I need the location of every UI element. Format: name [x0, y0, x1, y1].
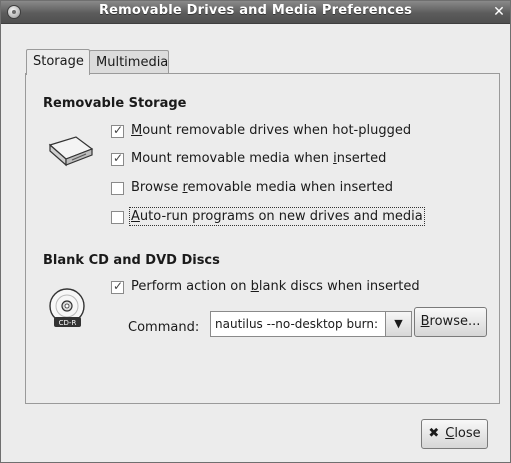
perform-action-checkbox[interactable]	[111, 279, 124, 294]
chevron-down-icon[interactable]: ▼	[385, 312, 411, 336]
autorun-checkbox[interactable]	[111, 211, 124, 224]
removable-drive-icon	[48, 136, 94, 167]
tab-multimedia[interactable]: Multimedia	[89, 50, 169, 74]
removable-storage-heading: Removable Storage	[43, 96, 187, 111]
preferences-window: Removable Drives and Media Preferences ✕…	[0, 0, 511, 463]
browse-button[interactable]: Browse...	[414, 307, 487, 337]
window-title: Removable Drives and Media Preferences	[98, 3, 413, 18]
cd-r-icon: CD-R	[49, 288, 85, 327]
command-label: Command:	[128, 320, 200, 335]
tab-storage[interactable]: Storage	[26, 49, 90, 75]
command-combo[interactable]: nautilus --no-desktop burn: ▼	[210, 311, 412, 337]
cd-r-label: CD-R	[59, 319, 77, 327]
title-bar[interactable]: Removable Drives and Media Preferences ✕	[1, 1, 510, 24]
mount-media-checkbox[interactable]	[111, 151, 124, 166]
blank-discs-heading: Blank CD and DVD Discs	[43, 253, 220, 268]
mount-drives-checkbox[interactable]	[111, 123, 124, 138]
command-input[interactable]: nautilus --no-desktop burn:	[215, 317, 383, 331]
close-button[interactable]: ✖ Close	[421, 419, 488, 449]
close-icon: ✖	[428, 426, 440, 441]
window-close-icon[interactable]: ✕	[491, 4, 507, 20]
browse-media-checkbox[interactable]	[111, 182, 124, 195]
